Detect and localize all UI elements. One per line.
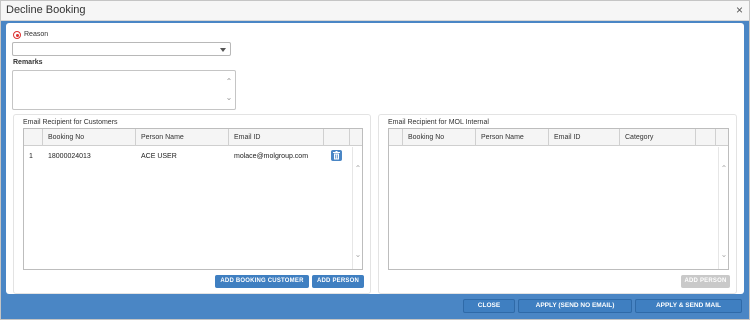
scroll-down-icon[interactable]: ⌄: [720, 251, 728, 259]
scroll-down-icon[interactable]: ⌄: [354, 251, 362, 259]
column-person-name[interactable]: Person Name: [476, 129, 549, 146]
column-person-name[interactable]: Person Name: [136, 129, 229, 146]
dialog-title: Decline Booking: [6, 4, 86, 16]
decline-booking-dialog: Decline Booking × Reason Remarks ⌃ ⌄ Ema…: [0, 0, 750, 320]
add-person-button[interactable]: ADD PERSON: [681, 275, 730, 288]
apply-no-email-button[interactable]: APPLY (SEND NO EMAIL): [518, 299, 632, 313]
internal-scrollbar[interactable]: ⌃ ⌄: [718, 147, 728, 269]
dialog-titlebar: Decline Booking ×: [1, 1, 749, 21]
dialog-content: Reason Remarks ⌃ ⌄ Email Recipient for C…: [6, 23, 744, 294]
close-icon[interactable]: ×: [736, 3, 743, 17]
column-category[interactable]: Category: [620, 129, 696, 146]
chevron-down-icon: [220, 48, 226, 52]
column-booking-no[interactable]: Booking No: [43, 129, 136, 146]
internal-panel-title: Email Recipient for MOL Internal: [388, 119, 489, 126]
column-actions: [324, 129, 350, 146]
internal-grid-header: Booking No Person Name Email ID Category: [389, 129, 728, 146]
customers-panel-title: Email Recipient for Customers: [23, 119, 118, 126]
trash-icon[interactable]: [331, 150, 342, 161]
email-cell: molace@molgroup.com: [234, 153, 309, 160]
scroll-up-icon[interactable]: ⌃: [720, 165, 728, 173]
person-name-cell: ACE USER: [141, 153, 177, 160]
scroll-up-icon[interactable]: ⌃: [354, 165, 362, 173]
required-radio-icon: [13, 31, 21, 39]
reason-select[interactable]: [12, 42, 231, 56]
row-index: 1: [29, 153, 33, 160]
column-email-id[interactable]: Email ID: [229, 129, 324, 146]
dialog-footer: CLOSE APPLY (SEND NO EMAIL) APPLY & SEND…: [6, 296, 744, 316]
reason-label: Reason: [24, 31, 49, 38]
customers-grid: Booking No Person Name Email ID 1 180000…: [23, 128, 363, 270]
table-row[interactable]: 1 18000024013 ACE USER molace@molgroup.c…: [24, 147, 350, 166]
customers-scrollbar[interactable]: ⌃ ⌄: [352, 147, 362, 269]
remarks-label: Remarks: [13, 59, 43, 66]
column-index: [389, 129, 403, 146]
column-booking-no[interactable]: Booking No: [403, 129, 476, 146]
add-booking-customer-button[interactable]: ADD BOOKING CUSTOMER: [215, 275, 309, 288]
customers-grid-header: Booking No Person Name Email ID: [24, 129, 362, 146]
scroll-up-icon[interactable]: ⌃: [225, 78, 233, 86]
remarks-textarea[interactable]: ⌃ ⌄: [12, 70, 236, 110]
column-actions: [696, 129, 716, 146]
scroll-down-icon[interactable]: ⌄: [225, 94, 233, 102]
customers-panel: Email Recipient for Customers Booking No…: [13, 114, 371, 294]
booking-no-cell: 18000024013: [48, 153, 91, 160]
column-email-id[interactable]: Email ID: [549, 129, 620, 146]
close-button[interactable]: CLOSE: [463, 299, 515, 313]
column-index: [24, 129, 43, 146]
internal-grid: Booking No Person Name Email ID Category…: [388, 128, 729, 270]
internal-panel: Email Recipient for MOL Internal Booking…: [378, 114, 737, 294]
add-person-button[interactable]: ADD PERSON: [312, 275, 364, 288]
apply-send-mail-button[interactable]: APPLY & SEND MAIL: [635, 299, 742, 313]
